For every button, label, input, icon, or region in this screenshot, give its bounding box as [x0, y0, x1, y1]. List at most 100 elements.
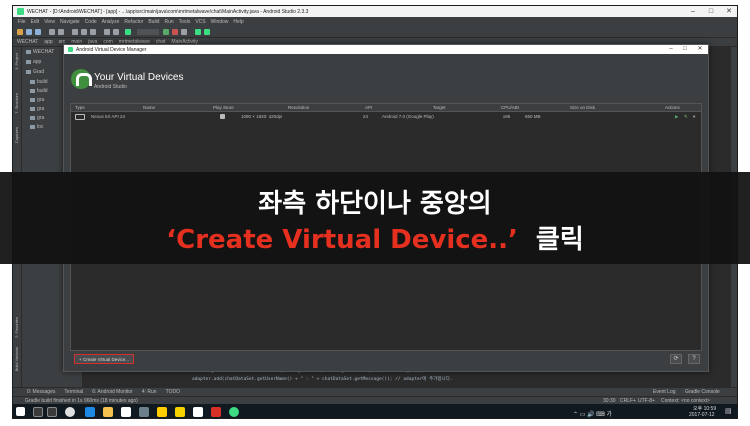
app-icon[interactable] [175, 407, 185, 417]
col-name[interactable]: Name [143, 105, 155, 110]
col-resolution[interactable]: Resolution [288, 105, 309, 110]
sdk-manager-icon[interactable] [195, 29, 201, 35]
notification-icon[interactable]: ▤ [725, 407, 732, 415]
tree-item[interactable]: gra [30, 106, 44, 112]
menu-refactor[interactable]: Refactor [124, 19, 143, 25]
save-icon[interactable] [26, 29, 32, 35]
tab-gradle-console[interactable]: Gradle Console [685, 389, 720, 395]
tree-item[interactable]: Grad [26, 69, 44, 75]
col-target[interactable]: Target [433, 105, 446, 110]
undo-icon[interactable] [49, 29, 55, 35]
debug-icon[interactable] [172, 29, 178, 35]
tab-event-log[interactable]: Event Log [653, 389, 676, 395]
refresh-button[interactable]: ⟳ [670, 354, 682, 364]
table-row[interactable]: Nexus 5X API 24 1080 × 1920: 420dpi 24 A… [71, 113, 701, 123]
help-button[interactable]: ? [688, 354, 700, 364]
menu-file[interactable]: File [18, 19, 26, 25]
tray-icons[interactable]: ⌃ ▭ 🔊 ⌨ 가 [573, 409, 612, 418]
nav-crumb[interactable]: WECHAT [17, 39, 38, 45]
clock-time[interactable]: 오후 10:59 [693, 405, 716, 412]
col-type[interactable]: Type [75, 105, 85, 110]
col-size[interactable]: Size on Disk [570, 105, 595, 110]
file-icon [30, 97, 35, 102]
tree-item[interactable]: WECHAT [26, 49, 54, 55]
android-studio-taskbar-icon[interactable] [229, 407, 239, 417]
maximize-button[interactable]: □ [703, 6, 719, 17]
tree-item[interactable]: build [30, 88, 48, 94]
sync-icon[interactable] [35, 29, 41, 35]
cut-icon[interactable] [72, 29, 78, 35]
tab-captures[interactable]: Captures [14, 127, 21, 143]
menu-tools[interactable]: Tools [179, 19, 191, 25]
kakaotalk-icon[interactable] [157, 407, 167, 417]
copy-icon[interactable] [81, 29, 87, 35]
menu-edit[interactable]: Edit [31, 19, 40, 25]
find-icon[interactable] [104, 29, 110, 35]
chrome-icon[interactable] [65, 407, 75, 417]
tab-run[interactable]: 4: Run [142, 389, 157, 395]
main-toolbar [13, 26, 737, 38]
tree-item[interactable]: loc [30, 124, 43, 130]
menu-help[interactable]: Help [233, 19, 243, 25]
tab-terminal[interactable]: Terminal [64, 389, 83, 395]
close-button[interactable]: ✕ [721, 6, 737, 17]
menu-navigate[interactable]: Navigate [60, 19, 80, 25]
tab-favorites[interactable]: 2: Favorites [14, 317, 21, 338]
search-icon[interactable] [33, 407, 43, 417]
attach-debugger-icon[interactable] [181, 29, 187, 35]
avd-close-button[interactable]: ✕ [693, 45, 707, 54]
tab-android-monitor[interactable]: 6: Android Monitor [92, 389, 133, 395]
menu-build[interactable]: Build [148, 19, 159, 25]
paste-icon[interactable] [90, 29, 96, 35]
avd-maximize-button[interactable]: □ [678, 45, 692, 54]
redo-icon[interactable] [58, 29, 64, 35]
tree-item-label: gra [37, 106, 45, 112]
tree-item[interactable]: app [26, 59, 41, 65]
menu-vcs[interactable]: VCS [195, 19, 205, 25]
col-play-store[interactable]: Play Store [213, 105, 234, 110]
explorer-icon[interactable] [103, 407, 113, 417]
menu-analyze[interactable]: Analyze [102, 19, 120, 25]
minimize-button[interactable]: – [685, 6, 701, 17]
tree-item[interactable]: gra [30, 97, 44, 103]
app-icon[interactable] [211, 407, 221, 417]
tree-item-label: WECHAT [33, 49, 55, 55]
start-icon[interactable] [16, 407, 25, 416]
tab-messages[interactable]: 0: Messages [27, 389, 55, 395]
menu-view[interactable]: View [44, 19, 55, 25]
tree-item[interactable]: build [30, 79, 48, 85]
app-icon[interactable] [193, 407, 203, 417]
replace-icon[interactable] [113, 29, 119, 35]
menu-code[interactable]: Code [85, 19, 97, 25]
tab-structure[interactable]: 7: Structure [14, 93, 21, 114]
tree-item[interactable]: gra [30, 115, 44, 121]
create-virtual-device-button[interactable]: + Create Virtual Device... [74, 354, 134, 364]
run-icon[interactable] [163, 29, 169, 35]
task-view-icon[interactable] [47, 407, 57, 417]
avd-minimize-button[interactable]: – [664, 45, 678, 54]
avd-manager-icon[interactable] [204, 29, 210, 35]
nav-crumb[interactable]: app [44, 39, 52, 45]
run-config-dropdown[interactable] [137, 29, 159, 35]
tab-build-variants[interactable]: Build Variants [14, 347, 21, 371]
col-cpu[interactable]: CPU/ABI [501, 105, 519, 110]
col-api[interactable]: API [365, 105, 372, 110]
device-resolution: 1080 × 1920: 420dpi [241, 114, 283, 119]
more-actions-icon[interactable]: ▾ [693, 114, 695, 120]
app-icon[interactable] [139, 407, 149, 417]
tree-item-label: app [33, 59, 42, 65]
open-folder-icon[interactable] [17, 29, 23, 35]
make-project-icon[interactable] [125, 29, 131, 35]
avd-header: Your Virtual Devices Android Studio [64, 54, 708, 99]
menu-window[interactable]: Window [211, 19, 229, 25]
edge-icon[interactable] [85, 407, 95, 417]
store-icon[interactable] [121, 407, 131, 417]
bottom-tool-tabs: 0: Messages Terminal 6: Android Monitor … [13, 387, 737, 396]
edit-icon[interactable]: ✎ [684, 114, 688, 120]
menu-run[interactable]: Run [164, 19, 173, 25]
clock-date[interactable]: 2017-07-12 [689, 412, 715, 418]
launch-icon[interactable]: ▶ [675, 114, 678, 120]
tab-project[interactable]: 1: Project [14, 53, 21, 70]
tab-todo[interactable]: TODO [166, 389, 180, 395]
col-actions[interactable]: Actions [665, 105, 680, 110]
